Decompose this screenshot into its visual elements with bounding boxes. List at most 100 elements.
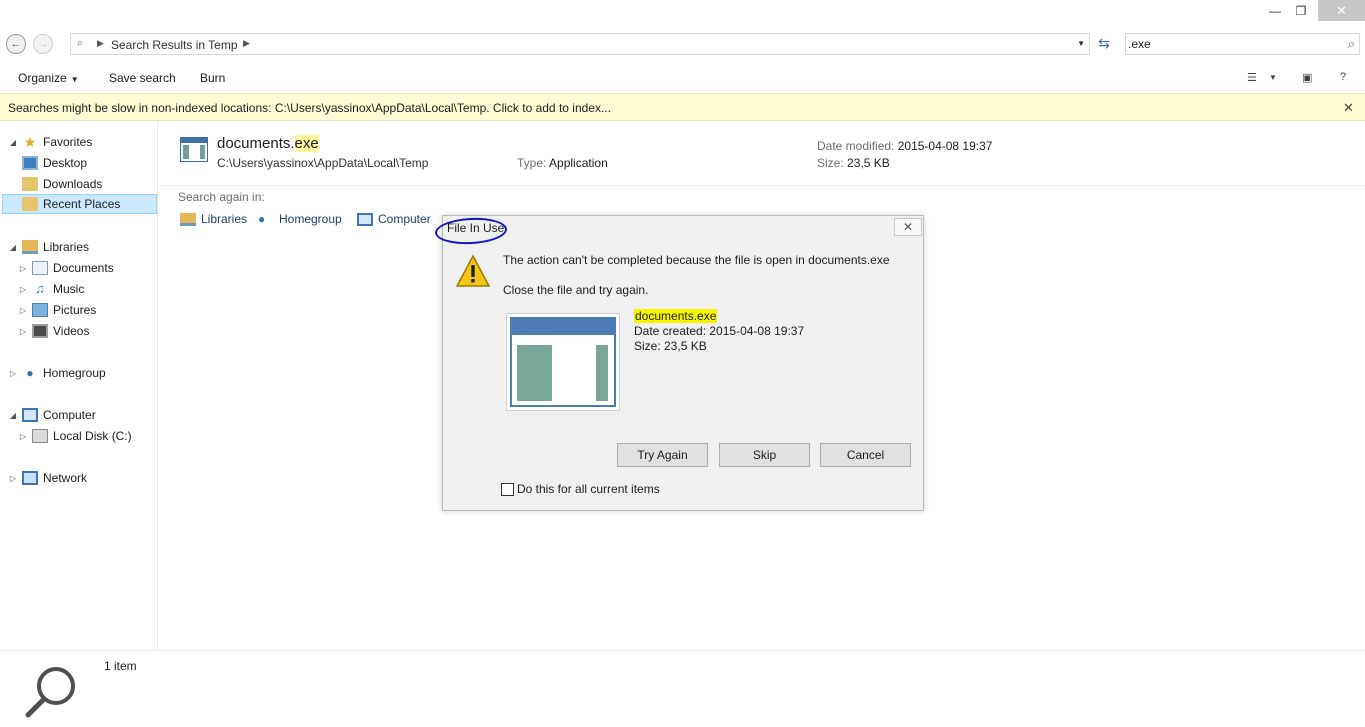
collapse-arrow-icon[interactable]: ▷ xyxy=(18,432,28,441)
search-icon xyxy=(25,667,75,718)
breadcrumb-search-results[interactable]: Search Results in Temp xyxy=(111,38,238,52)
sidebar-item-label: Pictures xyxy=(53,303,97,317)
forward-button[interactable]: → xyxy=(33,34,53,54)
sidebar-item-label: Favorites xyxy=(43,135,93,149)
network-icon xyxy=(22,471,38,485)
homegroup-icon: ● xyxy=(258,211,266,226)
burn-button[interactable]: Burn xyxy=(200,71,225,85)
music-icon: ♫ xyxy=(35,281,45,296)
homegroup-icon: ● xyxy=(26,366,34,380)
apply-to-all-checkbox[interactable] xyxy=(501,483,514,496)
apply-to-all-label[interactable]: Do this for all current items xyxy=(517,482,660,496)
breadcrumb-separator-icon[interactable]: ▶ xyxy=(97,38,104,49)
search-again-computer[interactable]: Computer xyxy=(357,212,431,226)
star-icon: ★ xyxy=(23,134,37,150)
search-box[interactable]: ⌕ xyxy=(1125,33,1360,55)
search-result-item[interactable]: documents.exe C:\Users\yassinox\AppData\… xyxy=(158,122,1365,186)
collapse-arrow-icon[interactable]: ▷ xyxy=(18,306,28,315)
search-again-libraries[interactable]: Libraries xyxy=(180,212,247,226)
try-again-button[interactable]: Try Again xyxy=(617,443,708,467)
preview-pane-icon[interactable]: ▣ xyxy=(1302,71,1312,84)
sidebar-item-label: Libraries xyxy=(43,240,90,254)
dialog-file-size: Size: 23,5 KB xyxy=(634,339,707,353)
change-view-icon[interactable]: ☰ xyxy=(1247,71,1257,84)
sidebar-item-homegroup[interactable]: ▷ ● Homegroup xyxy=(8,363,106,383)
skip-button[interactable]: Skip xyxy=(719,443,810,467)
cancel-button[interactable]: Cancel xyxy=(820,443,911,467)
desktop-icon xyxy=(22,156,38,170)
collapse-arrow-icon[interactable]: ▷ xyxy=(18,264,28,273)
collapse-arrow-icon[interactable]: ▷ xyxy=(18,327,28,336)
sidebar-item-favorites[interactable]: ◢ ★ Favorites xyxy=(8,132,92,152)
result-size: Size: 23,5 KB xyxy=(817,156,890,170)
navigation-pane: ◢ ★ Favorites Desktop Downloads Recent P… xyxy=(0,122,158,650)
sidebar-item-network[interactable]: ▷ Network xyxy=(8,468,87,488)
sidebar-item-label: Homegroup xyxy=(43,366,106,380)
maximize-button[interactable]: ❐ xyxy=(1288,0,1314,21)
search-input[interactable] xyxy=(1128,36,1333,52)
info-bar[interactable]: Searches might be slow in non-indexed lo… xyxy=(0,93,1365,121)
result-file-path: C:\Users\yassinox\AppData\Local\Temp xyxy=(217,156,429,170)
sidebar-item-computer[interactable]: ◢ Computer xyxy=(8,405,96,425)
close-icon[interactable]: ✕ xyxy=(1343,100,1354,116)
sidebar-item-label: Videos xyxy=(53,324,90,338)
result-file-type: Type: Application xyxy=(517,156,608,170)
sidebar-item-label: Desktop xyxy=(43,156,88,170)
videos-icon xyxy=(32,324,48,338)
sidebar-item-libraries[interactable]: ◢ Libraries xyxy=(8,237,89,257)
organize-menu[interactable]: Organize ▼ xyxy=(18,71,79,85)
expand-arrow-icon[interactable]: ◢ xyxy=(8,411,18,420)
dialog-instruction: Close the file and try again. xyxy=(503,283,649,297)
dialog-message: The action can't be completed because th… xyxy=(503,253,890,267)
sidebar-item-recent-places[interactable]: Recent Places xyxy=(2,194,157,214)
minimize-button[interactable]: — xyxy=(1262,0,1288,21)
sidebar-item-label: Downloads xyxy=(43,177,103,191)
back-button[interactable]: ← xyxy=(6,34,26,54)
info-bar-text[interactable]: Searches might be slow in non-indexed lo… xyxy=(8,101,611,115)
expand-arrow-icon[interactable]: ◢ xyxy=(8,243,18,252)
chevron-down-icon: ▼ xyxy=(70,75,79,84)
help-icon[interactable]: ? xyxy=(1340,71,1346,83)
computer-icon xyxy=(357,212,373,226)
sidebar-item-videos[interactable]: ▷ Videos xyxy=(18,321,89,341)
close-icon[interactable]: ✕ xyxy=(894,218,922,236)
chevron-down-icon[interactable]: ▼ xyxy=(1269,73,1277,82)
recent-places-icon xyxy=(22,197,38,211)
sidebar-item-label: Local Disk (C:) xyxy=(53,429,132,443)
documents-icon xyxy=(32,261,48,275)
dialog-file-name: documents.exe xyxy=(634,309,718,323)
status-bar: 1 item xyxy=(0,650,1365,727)
sidebar-item-music[interactable]: ▷ ♫ Music xyxy=(18,279,84,299)
save-search-button[interactable]: Save search xyxy=(109,71,176,85)
sidebar-item-local-disk[interactable]: ▷ Local Disk (C:) xyxy=(18,426,132,446)
close-window-button[interactable]: ✕ xyxy=(1318,0,1365,21)
file-in-use-dialog: File In Use ✕ The action can't be comple… xyxy=(434,215,924,511)
sidebar-item-pictures[interactable]: ▷ Pictures xyxy=(18,300,96,320)
collapse-arrow-icon[interactable]: ▷ xyxy=(8,369,18,378)
search-again-homegroup[interactable]: ● Homegroup xyxy=(258,212,342,226)
refresh-icon[interactable]: ⇆ xyxy=(1094,35,1114,52)
command-bar: Organize ▼ Save search Burn ☰ ▼ ▣ ? xyxy=(0,64,1365,92)
collapse-arrow-icon[interactable]: ▷ xyxy=(18,285,28,294)
breadcrumb-separator-icon[interactable]: ▶ xyxy=(243,38,250,49)
item-count: 1 item xyxy=(104,659,137,673)
result-file-name: documents.exe xyxy=(217,135,319,152)
address-bar[interactable]: ⌕ ▶ Search Results in Temp ▶ ▼ xyxy=(70,33,1090,55)
drive-icon xyxy=(32,429,48,443)
sidebar-item-label: Computer xyxy=(43,408,96,422)
address-dropdown-icon[interactable]: ▼ xyxy=(1077,39,1085,48)
sidebar-item-label: Recent Places xyxy=(43,197,121,211)
arrow-left-icon: ← xyxy=(10,38,22,50)
expand-arrow-icon[interactable]: ◢ xyxy=(8,138,18,147)
downloads-folder-icon xyxy=(22,177,38,191)
libraries-icon xyxy=(180,212,196,226)
sidebar-item-desktop[interactable]: Desktop xyxy=(22,153,87,173)
search-icon[interactable]: ⌕ xyxy=(1348,36,1355,52)
computer-icon xyxy=(22,408,38,422)
dialog-date-created: Date created: 2015-04-08 19:37 xyxy=(634,324,805,338)
title-bar: — ❐ ✕ xyxy=(0,0,1365,24)
search-icon: ⌕ xyxy=(77,37,84,49)
sidebar-item-downloads[interactable]: Downloads xyxy=(22,174,102,194)
collapse-arrow-icon[interactable]: ▷ xyxy=(8,474,18,483)
sidebar-item-documents[interactable]: ▷ Documents xyxy=(18,258,114,278)
